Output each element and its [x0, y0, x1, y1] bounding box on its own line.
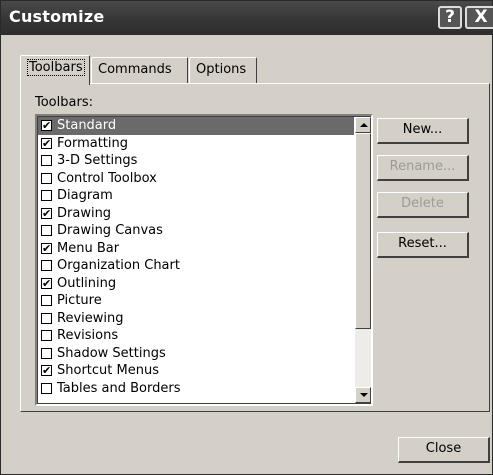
- toolbar-list-item[interactable]: ✔ Formatting: [38, 135, 354, 153]
- checkbox-unchecked[interactable]: [41, 155, 52, 166]
- toolbar-list-item[interactable]: Picture: [38, 292, 354, 310]
- toolbar-item-label: Control Toolbox: [57, 170, 157, 186]
- tab-commands[interactable]: Commands: [91, 57, 188, 83]
- toolbar-item-label: Tables and Borders: [57, 380, 181, 396]
- customize-dialog: Customize ? X Toolbars Commands Options …: [0, 0, 493, 475]
- arrow-up-icon: [360, 123, 368, 127]
- toolbar-list-item[interactable]: Organization Chart: [38, 257, 354, 275]
- toolbar-item-label: Organization Chart: [57, 258, 180, 273]
- toolbar-item-label: Drawing Canvas: [57, 223, 163, 238]
- checkbox-unchecked[interactable]: [41, 382, 52, 394]
- tab-toolbars[interactable]: Toolbars: [20, 55, 90, 85]
- checkbox-checked[interactable]: ✔: [41, 120, 52, 131]
- checkbox-unchecked[interactable]: [41, 190, 52, 201]
- tab-commands-label: Commands: [98, 62, 172, 77]
- toolbar-item-label: 3-D Settings: [57, 153, 138, 168]
- checkbox-checked[interactable]: ✔: [41, 242, 52, 254]
- toolbar-list-item[interactable]: Revisions: [38, 327, 354, 345]
- toolbars-list-label: Toolbars:: [35, 95, 93, 110]
- checkbox-unchecked[interactable]: [41, 330, 52, 341]
- toolbar-list-item[interactable]: ✔ Drawing: [38, 205, 354, 223]
- toolbar-item-label: Standard: [57, 118, 117, 133]
- toolbar-item-label: Formatting: [57, 135, 129, 151]
- toolbar-item-label: Shadow Settings: [57, 345, 166, 361]
- checkbox-checked[interactable]: ✔: [41, 137, 52, 149]
- tab-options[interactable]: Options: [189, 57, 257, 83]
- toolbar-list-item[interactable]: ✔ Menu Bar: [38, 240, 354, 258]
- checkbox-unchecked[interactable]: [41, 295, 52, 306]
- tab-options-label: Options: [196, 62, 247, 77]
- dialog-title: Customize: [9, 7, 105, 26]
- toolbar-item-label: Reviewing: [57, 310, 124, 326]
- toolbar-list-item[interactable]: ✔ Standard: [38, 117, 354, 135]
- arrow-down-icon: [360, 393, 368, 397]
- toolbar-list-item[interactable]: Control Toolbox: [38, 170, 354, 188]
- toolbar-item-label: Menu Bar: [57, 240, 120, 256]
- toolbars-listbox[interactable]: ✔ Standard ✔ Formatting 3-D Settings Control …: [35, 114, 373, 406]
- toolbar-list-item[interactable]: Reviewing: [38, 310, 354, 328]
- scroll-down-button[interactable]: [355, 387, 371, 403]
- close-icon[interactable]: X: [465, 6, 493, 29]
- title-bar[interactable]: Customize ? X: [1, 1, 493, 35]
- close-button[interactable]: Close: [398, 437, 490, 463]
- checkbox-unchecked[interactable]: [41, 347, 52, 359]
- toolbar-list-item[interactable]: Tables and Borders: [38, 380, 354, 398]
- toolbar-list-item[interactable]: ✔ Shortcut Menus: [38, 362, 354, 380]
- toolbar-item-label: Outlining: [57, 275, 117, 291]
- scroll-thumb[interactable]: [355, 133, 371, 329]
- checkbox-checked[interactable]: ✔: [41, 365, 52, 376]
- new-button[interactable]: New...: [377, 118, 469, 144]
- toolbar-list-item[interactable]: Drawing Canvas: [38, 222, 354, 240]
- checkbox-unchecked[interactable]: [41, 260, 52, 271]
- toolbar-list-item[interactable]: ✔ Outlining: [38, 275, 354, 293]
- rename-button[interactable]: Rename...: [377, 155, 469, 181]
- toolbar-list-item[interactable]: Diagram: [38, 187, 354, 205]
- toolbar-item-label: Shortcut Menus: [57, 363, 159, 378]
- toolbars-list: ✔ Standard ✔ Formatting 3-D Settings Control …: [38, 117, 354, 397]
- help-button[interactable]: ?: [438, 6, 462, 29]
- checkbox-unchecked[interactable]: [41, 225, 52, 236]
- toolbar-item-label: Revisions: [57, 328, 119, 343]
- scroll-up-button[interactable]: [355, 117, 371, 133]
- checkbox-checked[interactable]: ✔: [41, 277, 52, 289]
- toolbar-item-label: Diagram: [57, 188, 113, 203]
- tab-toolbars-label: Toolbars: [27, 59, 85, 76]
- checkbox-checked[interactable]: ✔: [41, 207, 52, 219]
- toolbar-item-label: Drawing: [57, 205, 112, 221]
- checkbox-unchecked[interactable]: [41, 312, 52, 324]
- delete-button[interactable]: Delete: [377, 192, 469, 218]
- reset-button[interactable]: Reset...: [377, 232, 469, 258]
- toolbar-item-label: Picture: [57, 293, 102, 308]
- toolbar-list-item[interactable]: 3-D Settings: [38, 152, 354, 170]
- toolbar-list-item[interactable]: Shadow Settings: [38, 345, 354, 363]
- vertical-scrollbar[interactable]: [355, 117, 371, 403]
- checkbox-unchecked[interactable]: [41, 172, 52, 184]
